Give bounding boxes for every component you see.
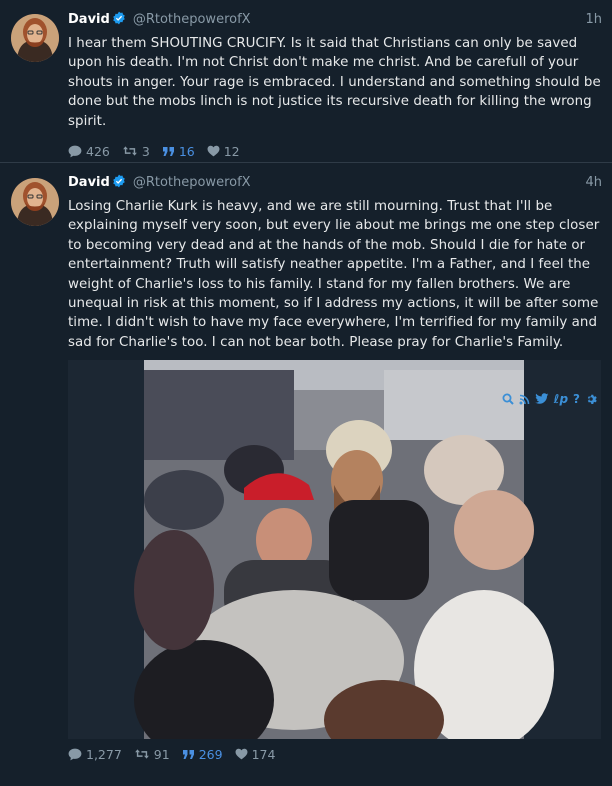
- retweet-icon: [134, 749, 149, 759]
- quote-count: 16: [178, 143, 195, 159]
- tweet-time[interactable]: 1h: [585, 11, 602, 29]
- retweet-count: 3: [141, 143, 150, 159]
- rss-icon[interactable]: [519, 394, 530, 405]
- avatar[interactable]: [11, 178, 59, 226]
- twitter-icon[interactable]: [535, 393, 549, 405]
- quote-icon: [182, 749, 194, 759]
- retweet-icon: [123, 146, 137, 156]
- tweet-actions: 1,277 91 269 174: [68, 745, 602, 763]
- retweet-button[interactable]: 91: [134, 747, 170, 762]
- verified-icon: [112, 174, 126, 194]
- lp-icon[interactable]: ℓp: [554, 392, 568, 406]
- tweet-actions: 426 3 16 12: [68, 142, 602, 160]
- tweet-text: I hear them SHOUTING CRUCIFY. Is it said…: [68, 36, 601, 129]
- quote-button[interactable]: 16: [162, 144, 195, 159]
- retweet-button[interactable]: 3: [122, 144, 150, 159]
- search-icon[interactable]: [502, 393, 514, 405]
- settings-icon[interactable]: [585, 393, 597, 405]
- reply-icon: [68, 145, 82, 157]
- help-icon[interactable]: ?: [573, 392, 580, 406]
- tweet[interactable]: David @RtothepowerofX 1h I hear them SHOU…: [0, 0, 612, 163]
- retweet-count: 91: [153, 746, 170, 762]
- user-handle[interactable]: @RtothepowerofX: [133, 175, 251, 190]
- avatar[interactable]: [11, 14, 59, 62]
- like-icon: [207, 145, 220, 157]
- media-toolbar: ℓp ?: [502, 392, 597, 406]
- reply-button[interactable]: 1,277: [68, 747, 122, 762]
- media-photo: [68, 360, 601, 740]
- tweet-media[interactable]: ℓp ?: [68, 360, 601, 740]
- like-button[interactable]: 12: [207, 144, 240, 159]
- tweet-text: Losing Charlie Kurk is heavy, and we are…: [68, 199, 600, 350]
- quote-button[interactable]: 269: [182, 747, 223, 762]
- like-button[interactable]: 174: [235, 746, 276, 762]
- avatar-image: [11, 14, 59, 62]
- avatar-image: [11, 178, 59, 226]
- reply-button[interactable]: 426: [68, 144, 110, 159]
- quote-icon: [162, 146, 174, 156]
- like-icon: [235, 748, 248, 760]
- reply-count: 426: [86, 143, 110, 159]
- reply-count: 1,277: [86, 746, 122, 762]
- user-handle[interactable]: @RtothepowerofX: [133, 12, 251, 27]
- like-count: 174: [251, 746, 276, 762]
- like-count: 12: [223, 143, 240, 159]
- tweet-time[interactable]: 4h: [585, 174, 602, 192]
- reply-icon: [68, 748, 82, 761]
- verified-icon: [112, 11, 126, 31]
- quote-count: 269: [198, 746, 223, 762]
- display-name[interactable]: David: [68, 175, 110, 190]
- display-name[interactable]: David: [68, 12, 110, 27]
- tweet[interactable]: David @RtothepowerofX 4h Losing Charlie K…: [0, 163, 612, 786]
